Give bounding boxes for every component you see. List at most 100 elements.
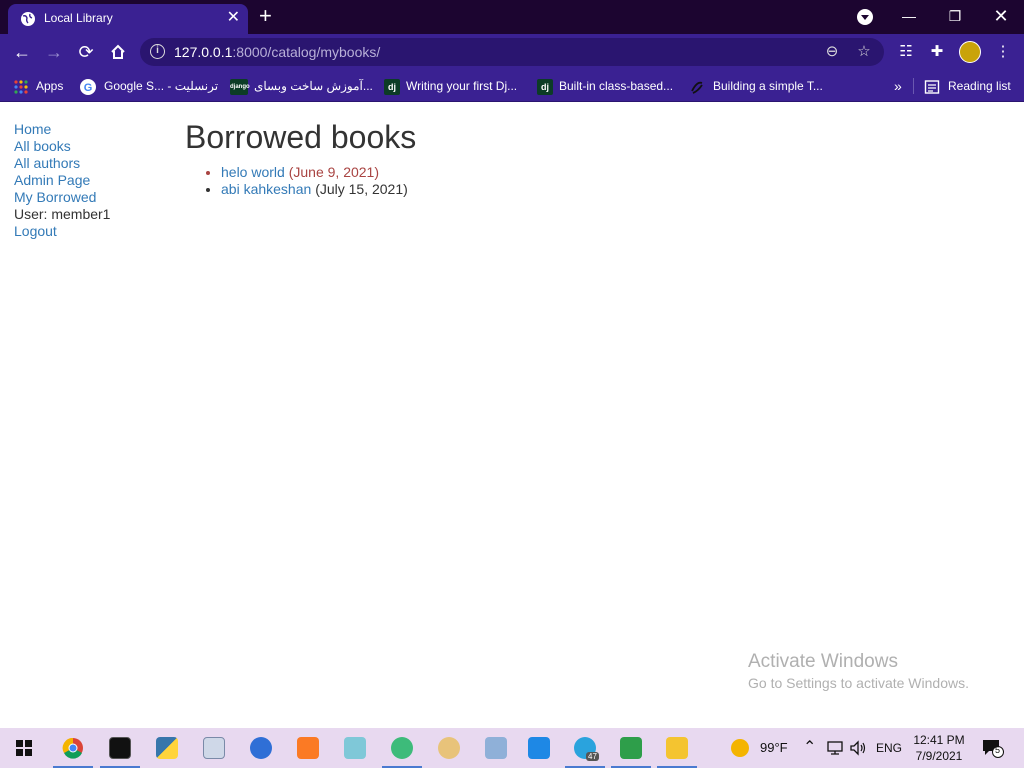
taskbar-atom[interactable] <box>379 728 425 768</box>
bookmark-class-based-views[interactable]: dj Built-in class-based... <box>537 77 673 95</box>
windows-logo-icon <box>16 740 32 756</box>
bookmark-writing-first-django[interactable]: dj Writing your first Dj... <box>384 77 517 95</box>
nav-home-link[interactable]: Home <box>14 121 110 138</box>
start-button[interactable] <box>0 728 46 768</box>
site-info-icon[interactable]: i <box>150 44 165 59</box>
menu-kebab-icon[interactable]: ⋮ <box>992 41 1014 63</box>
zoom-icon[interactable]: ⊖ <box>822 42 842 62</box>
globe-icon <box>21 12 35 26</box>
lightning-icon <box>250 737 272 759</box>
taskbar-power[interactable] <box>238 728 284 768</box>
extensions-icon[interactable]: ✚ <box>926 41 948 63</box>
sync-app-icon <box>528 737 550 759</box>
taskbar-app-green[interactable] <box>608 728 654 768</box>
django-icon: dj <box>537 78 553 95</box>
notification-count: 5 <box>995 745 1001 755</box>
telegram-unread-badge: 47 <box>586 752 599 761</box>
network-icon[interactable] <box>826 740 844 756</box>
borrowed-book-item: helo world (June 9, 2021) <box>221 164 416 181</box>
nav-all-books-link[interactable]: All books <box>14 138 110 155</box>
taskbar-sync[interactable] <box>516 728 562 768</box>
browser-toolbar: ← → ⟳ i 127.0.0.1:8000/catalog/mybooks/ … <box>0 34 1024 70</box>
bookmark-apps[interactable]: Apps <box>14 77 63 95</box>
google-icon: G <box>80 78 96 95</box>
bookmark-building-simple[interactable]: Building a simple T... <box>689 77 823 95</box>
main-content: Borrowed books helo world (June 9, 2021)… <box>185 119 416 198</box>
bookmarks-overflow-button[interactable]: » <box>894 77 902 95</box>
taskbar-xampp[interactable] <box>285 728 331 768</box>
taskbar-python[interactable] <box>144 728 190 768</box>
bookmark-label: Writing your first Dj... <box>406 79 518 93</box>
forward-button[interactable]: → <box>42 40 66 64</box>
watermark-title: Activate Windows <box>748 651 898 672</box>
folder-icon <box>666 737 688 759</box>
bookmark-label: آموزش ساخت وبسای... <box>254 79 373 93</box>
address-bar[interactable]: i 127.0.0.1:8000/catalog/mybooks/ ⊖ ☆ <box>140 38 884 66</box>
taskbar-files[interactable] <box>332 728 378 768</box>
browser-tabstrip: Local Library ✕ + — ❐ ✕ <box>0 0 1024 34</box>
minimize-button[interactable]: — <box>886 2 932 30</box>
taskbar-paint[interactable] <box>426 728 472 768</box>
django-icon: dj <box>384 78 400 95</box>
input-language[interactable]: ENG <box>876 741 902 755</box>
nav-admin-page-link[interactable]: Admin Page <box>14 172 110 189</box>
book-title-link[interactable]: helo world <box>221 164 285 180</box>
windows-taskbar: 47 99°F ⌃ ENG 12:41 PM 7/9/2021 5 <box>0 728 1024 768</box>
home-button[interactable] <box>106 40 130 64</box>
watermark-subtitle: Go to Settings to activate Windows. <box>748 675 969 691</box>
bookmark-apps-label: Apps <box>36 79 64 93</box>
weather-temp[interactable]: 99°F <box>760 740 788 755</box>
nav-my-borrowed-link[interactable]: My Borrowed <box>14 189 110 206</box>
borrowed-books-list: helo world (June 9, 2021) abi kahkeshan … <box>185 164 416 198</box>
new-tab-button[interactable]: + <box>259 4 272 28</box>
page-content: Home All books All authors Admin Page My… <box>0 103 1024 728</box>
back-button[interactable]: ← <box>10 40 34 64</box>
python-icon <box>156 737 178 759</box>
volume-icon[interactable] <box>849 740 867 756</box>
weather-sun-icon[interactable] <box>731 739 749 757</box>
apps-grid-icon <box>14 80 28 94</box>
reading-list-button[interactable]: Reading list <box>924 77 1011 95</box>
taskbar-terminal[interactable] <box>97 728 143 768</box>
borrowed-book-item: abi kahkeshan (July 15, 2021) <box>221 181 416 198</box>
reading-mode-icon[interactable]: ☷ <box>895 41 917 63</box>
django-icon: django <box>230 78 250 95</box>
bookmark-django-persian[interactable]: django آموزش ساخت وبسای... <box>230 77 373 95</box>
xampp-icon <box>297 737 319 759</box>
atom-icon <box>391 737 413 759</box>
bookmark-label: Built-in class-based... <box>559 79 674 93</box>
chrome-icon <box>62 737 83 759</box>
book-title-link[interactable]: abi kahkeshan <box>221 181 311 197</box>
bookmark-google-translate[interactable]: G Google S... - ترنسلیت <box>80 77 218 95</box>
url-host: 127.0.0.1 <box>174 44 233 60</box>
bookmarks-bar: Apps G Google S... - ترنسلیت django آموزش … <box>0 70 1024 102</box>
terminal-icon <box>109 737 131 759</box>
nav-logout-link[interactable]: Logout <box>14 223 110 240</box>
taskbar-file-explorer[interactable] <box>654 728 700 768</box>
taskbar-telegram[interactable]: 47 <box>562 728 608 768</box>
loading-swirl-icon <box>691 81 703 94</box>
tab-search-icon[interactable] <box>857 9 873 25</box>
current-user-label: User: member1 <box>14 206 111 222</box>
system-clock[interactable]: 12:41 PM 7/9/2021 <box>908 732 970 764</box>
svg-text:G: G <box>84 82 93 94</box>
taskbar-monitor[interactable] <box>191 728 237 768</box>
url-text[interactable]: 127.0.0.1:8000/catalog/mybooks/ <box>174 44 380 60</box>
bookmark-star-icon[interactable]: ☆ <box>854 42 874 62</box>
reload-button[interactable]: ⟳ <box>74 40 98 64</box>
due-date: (July 15, 2021) <box>315 181 408 197</box>
close-tab-icon[interactable]: ✕ <box>227 7 240 27</box>
taskbar-laptop[interactable] <box>473 728 519 768</box>
tray-overflow-icon[interactable]: ⌃ <box>803 737 816 757</box>
close-window-button[interactable]: ✕ <box>978 2 1024 30</box>
clock-time: 12:41 PM <box>913 733 965 747</box>
nav-all-authors-link[interactable]: All authors <box>14 155 110 172</box>
profile-avatar[interactable] <box>959 41 981 63</box>
sidebar-nav: Home All books All authors Admin Page My… <box>14 121 110 240</box>
performance-monitor-icon <box>203 737 225 759</box>
restore-button[interactable]: ❐ <box>932 2 978 30</box>
taskbar-chrome[interactable] <box>50 728 96 768</box>
download-manager-icon <box>620 737 642 759</box>
notification-center-button[interactable]: 5 <box>982 738 1004 758</box>
tab-local-library[interactable]: Local Library ✕ <box>8 4 248 34</box>
